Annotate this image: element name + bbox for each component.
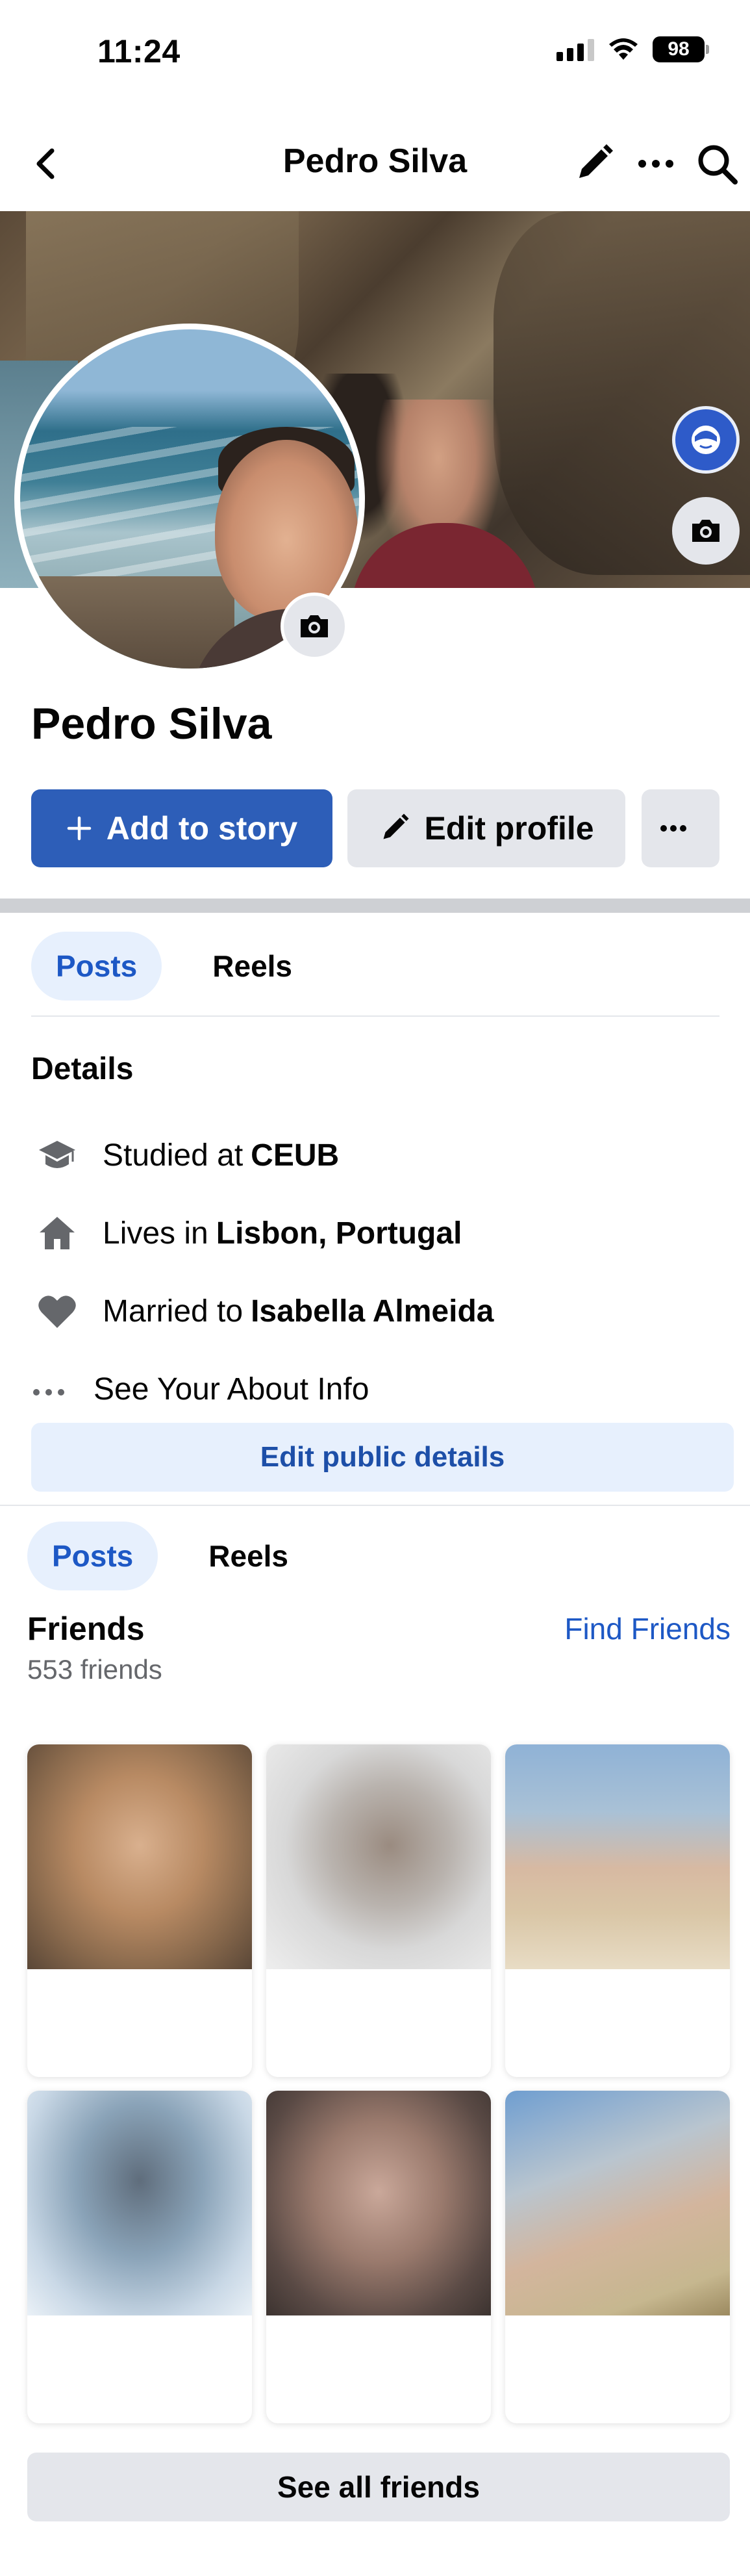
- tab-posts[interactable]: Posts: [27, 1522, 158, 1590]
- detail-education-value: CEUB: [251, 1138, 340, 1173]
- friend-card[interactable]: [505, 2091, 730, 2423]
- profile-tabs: Posts Reels: [31, 930, 317, 1002]
- detail-location-prefix: Lives in: [103, 1216, 208, 1251]
- detail-education[interactable]: Studied at CEUB: [31, 1129, 339, 1181]
- tab-reels[interactable]: Reels: [184, 1522, 313, 1590]
- friend-photo: [505, 1744, 730, 1969]
- status-icons: 98: [556, 36, 709, 62]
- friend-photo: [266, 2091, 491, 2315]
- more-options-icon[interactable]: [633, 143, 679, 185]
- friend-card[interactable]: [27, 1744, 252, 2077]
- battery-level: 98: [668, 38, 690, 60]
- detail-location[interactable]: Lives in Lisbon, Portugal: [31, 1207, 462, 1259]
- add-to-story-button[interactable]: Add to story: [31, 789, 332, 867]
- avatar-camera-button[interactable]: [281, 593, 348, 660]
- friends-section-tabs: Posts Reels: [27, 1520, 313, 1592]
- friend-photo: [27, 1744, 252, 1969]
- avatar-sticker-button[interactable]: [672, 406, 740, 474]
- detail-relationship[interactable]: Married to Isabella Almeida: [31, 1285, 494, 1337]
- friends-heading: Friends: [27, 1611, 145, 1647]
- friend-photo: [266, 1744, 491, 1969]
- friend-card[interactable]: [266, 2091, 491, 2423]
- search-icon[interactable]: [695, 142, 740, 187]
- pencil-icon[interactable]: [573, 143, 614, 185]
- profile-name: Pedro Silva: [31, 699, 272, 748]
- battery-icon: 98: [653, 36, 709, 62]
- edit-profile-button[interactable]: Edit profile: [347, 789, 625, 867]
- see-about-info-link[interactable]: See Your About Info: [31, 1363, 369, 1415]
- see-all-friends-button[interactable]: See all friends: [27, 2453, 730, 2521]
- status-bar: 11:24 98: [0, 0, 750, 104]
- nav-bar: Pedro Silva: [0, 123, 750, 201]
- divider: [31, 1015, 719, 1017]
- status-time: 11:24: [97, 33, 181, 70]
- friend-card[interactable]: [266, 1744, 491, 2077]
- cellular-signal-icon: [556, 38, 594, 61]
- tab-reels[interactable]: Reels: [188, 932, 317, 1001]
- camera-icon: [692, 520, 719, 542]
- edit-profile-label: Edit profile: [424, 810, 594, 847]
- detail-relationship-value: Isabella Almeida: [251, 1294, 494, 1329]
- more-options-icon: [660, 825, 686, 832]
- detail-relationship-prefix: Married to: [103, 1294, 244, 1329]
- friends-count: 553 friends: [27, 1654, 162, 1685]
- friend-photo: [505, 2091, 730, 2315]
- details-heading: Details: [31, 1052, 134, 1086]
- divider: [0, 1505, 750, 1506]
- ellipsis-icon: [31, 1375, 77, 1404]
- pencil-icon: [383, 813, 409, 839]
- plus-icon: [67, 816, 92, 841]
- friend-card[interactable]: [505, 1744, 730, 2077]
- profile-actions: Add to story Edit profile: [31, 789, 719, 867]
- add-to-story-label: Add to story: [106, 810, 298, 847]
- edit-public-details-button[interactable]: Edit public details: [31, 1423, 734, 1492]
- wifi-icon: [609, 38, 638, 60]
- detail-location-value: Lisbon, Portugal: [216, 1216, 462, 1251]
- tab-posts[interactable]: Posts: [31, 932, 162, 1001]
- detail-education-prefix: Studied at: [103, 1138, 244, 1173]
- home-icon: [31, 1207, 83, 1259]
- camera-icon: [301, 615, 328, 637]
- heart-icon: [31, 1285, 83, 1337]
- section-divider: [0, 899, 750, 913]
- cover-camera-button[interactable]: [672, 497, 740, 565]
- find-friends-link[interactable]: Find Friends: [564, 1611, 731, 1646]
- friend-card[interactable]: [27, 2091, 252, 2423]
- avatar-sticker-icon: [692, 426, 720, 454]
- see-about-info-label: See Your About Info: [94, 1371, 369, 1407]
- graduation-cap-icon: [31, 1129, 83, 1181]
- friend-photo: [27, 2091, 252, 2315]
- more-actions-button[interactable]: [642, 789, 719, 867]
